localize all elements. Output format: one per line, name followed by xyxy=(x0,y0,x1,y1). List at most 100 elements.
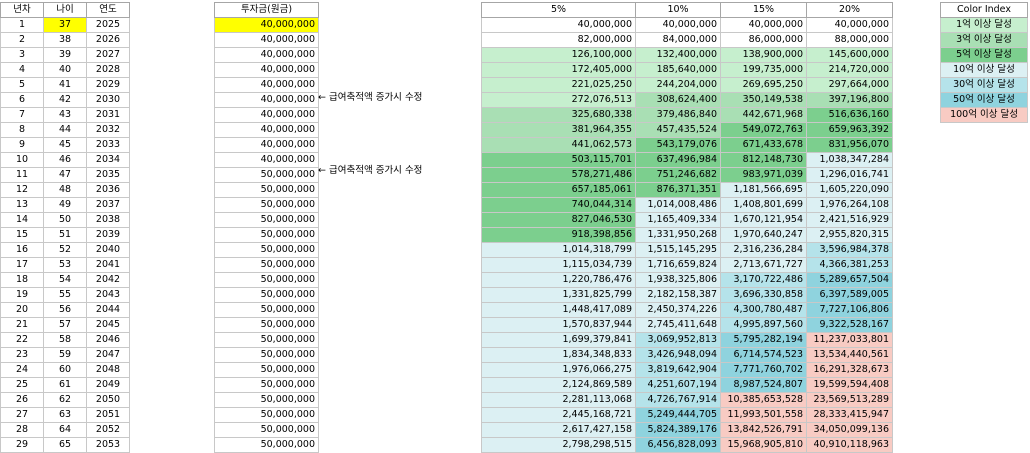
year-index-cell[interactable]: 27 xyxy=(0,407,44,423)
return-value-cell[interactable]: 40,000,000 xyxy=(720,17,807,33)
year-cell[interactable]: 2040 xyxy=(86,242,130,258)
return-value-cell[interactable]: 6,714,574,523 xyxy=(720,347,807,363)
return-value-cell[interactable]: 138,900,000 xyxy=(720,47,807,63)
year-index-cell[interactable]: 3 xyxy=(0,47,44,63)
investment-cell[interactable]: 40,000,000 xyxy=(214,32,319,48)
year-index-cell[interactable]: 22 xyxy=(0,332,44,348)
return-value-cell[interactable]: 1,014,008,486 xyxy=(635,197,721,213)
return-value-cell[interactable]: 3,819,642,904 xyxy=(635,362,721,378)
return-value-cell[interactable]: 1,976,066,275 xyxy=(481,362,636,378)
return-value-cell[interactable]: 2,124,869,589 xyxy=(481,377,636,393)
return-value-cell[interactable]: 28,333,415,947 xyxy=(806,407,893,423)
return-value-cell[interactable]: 350,149,538 xyxy=(720,92,807,108)
return-value-cell[interactable]: 82,000,000 xyxy=(481,32,636,48)
year-index-cell[interactable]: 11 xyxy=(0,167,44,183)
return-value-cell[interactable]: 671,433,678 xyxy=(720,137,807,153)
year-cell[interactable]: 2045 xyxy=(86,317,130,333)
header-rate[interactable]: 15% xyxy=(720,2,807,18)
investment-cell[interactable]: 50,000,000 xyxy=(214,302,319,318)
return-value-cell[interactable]: 442,671,968 xyxy=(720,107,807,123)
return-value-cell[interactable]: 2,617,427,158 xyxy=(481,422,636,438)
age-cell[interactable]: 47 xyxy=(43,167,87,183)
age-cell[interactable]: 53 xyxy=(43,257,87,273)
return-value-cell[interactable]: 1,605,220,090 xyxy=(806,182,893,198)
legend-item[interactable]: 10억 이상 달성 xyxy=(940,62,1028,78)
age-cell[interactable]: 54 xyxy=(43,272,87,288)
return-value-cell[interactable]: 272,076,513 xyxy=(481,92,636,108)
legend-item[interactable]: 30억 이상 달성 xyxy=(940,77,1028,93)
year-index-cell[interactable]: 6 xyxy=(0,92,44,108)
year-index-cell[interactable]: 18 xyxy=(0,272,44,288)
year-index-cell[interactable]: 17 xyxy=(0,257,44,273)
return-value-cell[interactable]: 831,956,070 xyxy=(806,137,893,153)
age-cell[interactable]: 44 xyxy=(43,122,87,138)
return-value-cell[interactable]: 1,699,379,841 xyxy=(481,332,636,348)
return-value-cell[interactable]: 126,100,000 xyxy=(481,47,636,63)
investment-cell[interactable]: 40,000,000 xyxy=(214,47,319,63)
investment-cell[interactable]: 50,000,000 xyxy=(214,317,319,333)
return-value-cell[interactable]: 397,196,800 xyxy=(806,92,893,108)
age-cell[interactable]: 63 xyxy=(43,407,87,423)
year-index-cell[interactable]: 26 xyxy=(0,392,44,408)
year-index-cell[interactable]: 24 xyxy=(0,362,44,378)
age-cell[interactable]: 51 xyxy=(43,227,87,243)
return-value-cell[interactable]: 659,963,392 xyxy=(806,122,893,138)
return-value-cell[interactable]: 1,014,318,799 xyxy=(481,242,636,258)
investment-cell[interactable]: 40,000,000 xyxy=(214,137,319,153)
return-value-cell[interactable]: 3,426,948,094 xyxy=(635,347,721,363)
investment-cell[interactable]: 50,000,000 xyxy=(214,422,319,438)
return-value-cell[interactable]: 379,486,840 xyxy=(635,107,721,123)
age-cell[interactable]: 52 xyxy=(43,242,87,258)
age-cell[interactable]: 60 xyxy=(43,362,87,378)
year-cell[interactable]: 2039 xyxy=(86,227,130,243)
year-cell[interactable]: 2035 xyxy=(86,167,130,183)
header-rate[interactable]: 20% xyxy=(806,2,893,18)
age-cell[interactable]: 37 xyxy=(43,17,87,33)
return-value-cell[interactable]: 199,735,000 xyxy=(720,62,807,78)
legend-item[interactable]: 1억 이상 달성 xyxy=(940,17,1028,33)
investment-cell[interactable]: 50,000,000 xyxy=(214,272,319,288)
year-index-cell[interactable]: 12 xyxy=(0,182,44,198)
return-value-cell[interactable]: 4,251,607,194 xyxy=(635,377,721,393)
year-cell[interactable]: 2043 xyxy=(86,287,130,303)
return-value-cell[interactable]: 381,964,355 xyxy=(481,122,636,138)
return-value-cell[interactable]: 1,296,016,741 xyxy=(806,167,893,183)
age-cell[interactable]: 50 xyxy=(43,212,87,228)
year-index-cell[interactable]: 25 xyxy=(0,377,44,393)
return-value-cell[interactable]: 1,408,801,699 xyxy=(720,197,807,213)
return-value-cell[interactable]: 84,000,000 xyxy=(635,32,721,48)
year-cell[interactable]: 2051 xyxy=(86,407,130,423)
investment-cell[interactable]: 40,000,000 xyxy=(214,17,319,33)
year-index-cell[interactable]: 20 xyxy=(0,302,44,318)
year-index-cell[interactable]: 4 xyxy=(0,62,44,78)
return-value-cell[interactable]: 34,050,099,136 xyxy=(806,422,893,438)
year-cell[interactable]: 2052 xyxy=(86,422,130,438)
return-value-cell[interactable]: 5,795,282,194 xyxy=(720,332,807,348)
return-value-cell[interactable]: 8,987,524,807 xyxy=(720,377,807,393)
return-value-cell[interactable]: 145,600,000 xyxy=(806,47,893,63)
return-value-cell[interactable]: 5,824,389,176 xyxy=(635,422,721,438)
year-cell[interactable]: 2037 xyxy=(86,197,130,213)
return-value-cell[interactable]: 1,181,566,695 xyxy=(720,182,807,198)
investment-cell[interactable]: 50,000,000 xyxy=(214,257,319,273)
age-cell[interactable]: 62 xyxy=(43,392,87,408)
age-cell[interactable]: 41 xyxy=(43,77,87,93)
year-cell[interactable]: 2044 xyxy=(86,302,130,318)
year-index-cell[interactable]: 29 xyxy=(0,437,44,453)
return-value-cell[interactable]: 503,115,701 xyxy=(481,152,636,168)
age-cell[interactable]: 38 xyxy=(43,32,87,48)
return-value-cell[interactable]: 441,062,573 xyxy=(481,137,636,153)
return-value-cell[interactable]: 918,398,856 xyxy=(481,227,636,243)
return-value-cell[interactable]: 16,291,328,673 xyxy=(806,362,893,378)
legend-item[interactable]: 5억 이상 달성 xyxy=(940,47,1028,63)
return-value-cell[interactable]: 10,385,653,528 xyxy=(720,392,807,408)
return-value-cell[interactable]: 3,696,330,858 xyxy=(720,287,807,303)
return-value-cell[interactable]: 578,271,486 xyxy=(481,167,636,183)
return-value-cell[interactable]: 751,246,682 xyxy=(635,167,721,183)
year-index-cell[interactable]: 9 xyxy=(0,137,44,153)
year-index-cell[interactable]: 7 xyxy=(0,107,44,123)
return-value-cell[interactable]: 657,185,061 xyxy=(481,182,636,198)
return-value-cell[interactable]: 7,727,106,806 xyxy=(806,302,893,318)
investment-cell[interactable]: 50,000,000 xyxy=(214,242,319,258)
investment-cell[interactable]: 50,000,000 xyxy=(214,392,319,408)
